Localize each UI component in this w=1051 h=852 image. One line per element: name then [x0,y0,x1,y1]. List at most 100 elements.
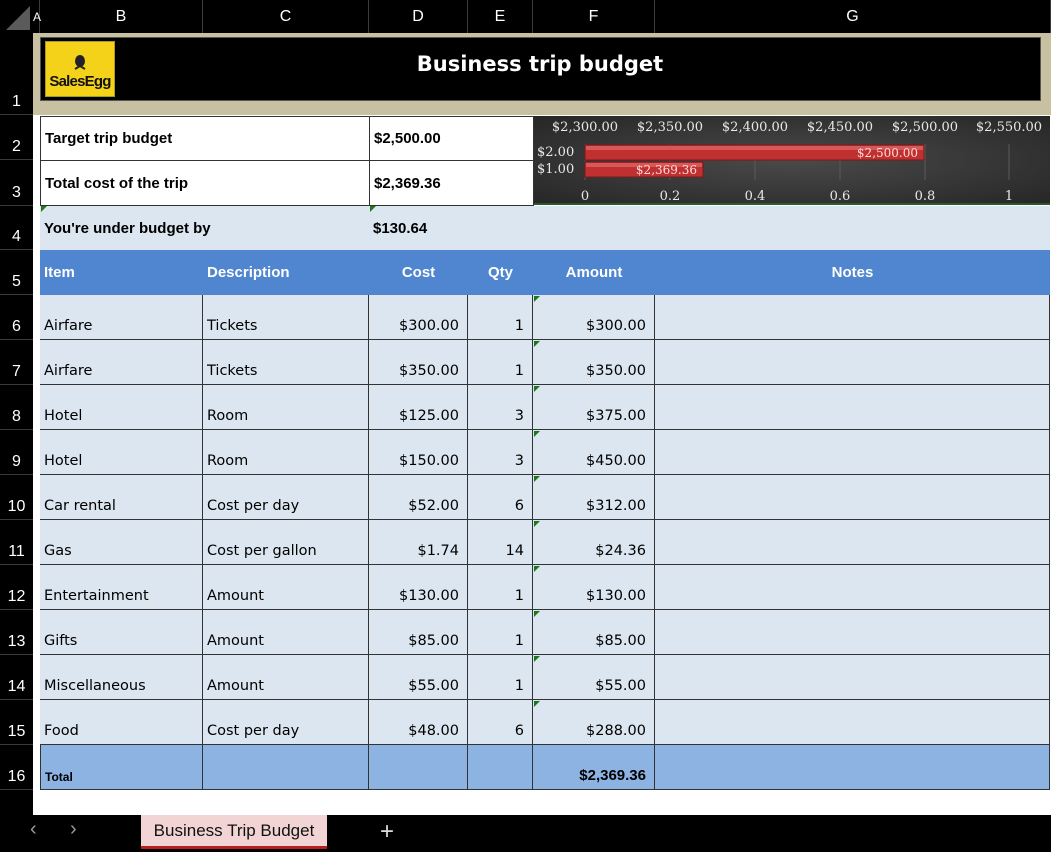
item-cell[interactable]: Miscellaneous [40,655,203,700]
row-header-4[interactable]: 4 [0,206,33,250]
add-sheet-button[interactable]: + [380,818,394,846]
total-label[interactable]: Total [40,745,203,790]
row-header-13[interactable]: 13 [0,610,33,655]
next-sheet-button[interactable]: › [70,818,77,841]
total-amount[interactable]: $2,369.36 [533,745,655,790]
row-header-7[interactable]: 7 [0,340,33,385]
cost-cell[interactable]: $300.00 [369,295,468,340]
amount-cell[interactable]: $350.00 [533,340,655,385]
notes-cell[interactable] [655,430,1050,475]
total-row-cell[interactable] [655,745,1050,790]
notes-cell[interactable] [655,655,1050,700]
row-header-16[interactable]: 16 [0,745,33,790]
description-cell[interactable]: Tickets [203,295,369,340]
total-row-cell[interactable] [203,745,369,790]
header-description[interactable]: Description [203,250,369,295]
qty-cell[interactable]: 3 [468,385,533,430]
amount-cell[interactable]: $24.36 [533,520,655,565]
qty-cell[interactable]: 14 [468,520,533,565]
target-budget-value[interactable]: $2,500.00 [369,116,534,161]
cost-cell[interactable]: $350.00 [369,340,468,385]
description-cell[interactable]: Amount [203,655,369,700]
description-cell[interactable]: Cost per day [203,475,369,520]
prev-sheet-button[interactable]: ‹ [30,818,37,841]
header-item[interactable]: Item [40,250,203,295]
column-header-g[interactable]: G [655,0,1051,33]
description-cell[interactable]: Tickets [203,340,369,385]
under-budget-row[interactable]: You're under budget by [40,206,1050,250]
notes-cell[interactable] [655,565,1050,610]
row-header-12[interactable]: 12 [0,565,33,610]
item-cell[interactable]: Gas [40,520,203,565]
notes-cell[interactable] [655,385,1050,430]
amount-cell[interactable]: $375.00 [533,385,655,430]
column-header-c[interactable]: C [203,0,369,33]
description-cell[interactable]: Amount [203,565,369,610]
column-header-d[interactable]: D [369,0,468,33]
notes-cell[interactable] [655,295,1050,340]
row-header-1[interactable]: 1 [0,33,33,115]
qty-cell[interactable]: 1 [468,340,533,385]
amount-cell[interactable]: $450.00 [533,430,655,475]
cost-cell[interactable]: $52.00 [369,475,468,520]
column-header-a[interactable]: A [33,0,41,33]
item-cell[interactable]: Airfare [40,340,203,385]
qty-cell[interactable]: 6 [468,700,533,745]
notes-cell[interactable] [655,610,1050,655]
cost-cell[interactable]: $55.00 [369,655,468,700]
total-row-cell[interactable] [468,745,533,790]
row-header-5[interactable]: 5 [0,250,33,295]
qty-cell[interactable]: 6 [468,475,533,520]
qty-cell[interactable]: 1 [468,295,533,340]
cost-cell[interactable]: $1.74 [369,520,468,565]
column-header-e[interactable]: E [468,0,533,33]
description-cell[interactable]: Cost per gallon [203,520,369,565]
row-header-3[interactable]: 3 [0,160,33,206]
notes-cell[interactable] [655,700,1050,745]
budget-bar-chart[interactable]: $2,300.00 0 $2,350.00 0.2 $2,400.00 0.4 $2,450… [534,116,1050,205]
item-cell[interactable]: Hotel [40,430,203,475]
header-cost[interactable]: Cost [369,250,468,295]
amount-cell[interactable]: $55.00 [533,655,655,700]
column-header-b[interactable]: B [40,0,203,33]
sheet-tab-business-trip-budget[interactable]: Business Trip Budget [141,815,327,849]
item-cell[interactable]: Gifts [40,610,203,655]
row-header-6[interactable]: 6 [0,295,33,340]
under-budget-value[interactable]: $130.64 [369,206,534,250]
cost-cell[interactable]: $130.00 [369,565,468,610]
total-cost-value[interactable]: $2,369.36 [369,160,534,206]
notes-cell[interactable] [655,475,1050,520]
row-header-8[interactable]: 8 [0,385,33,430]
header-qty[interactable]: Qty [468,250,533,295]
qty-cell[interactable]: 1 [468,655,533,700]
amount-cell[interactable]: $288.00 [533,700,655,745]
row-header-15[interactable]: 15 [0,700,33,745]
cost-cell[interactable]: $150.00 [369,430,468,475]
description-cell[interactable]: Room [203,385,369,430]
column-header-f[interactable]: F [533,0,655,33]
item-cell[interactable]: Entertainment [40,565,203,610]
item-cell[interactable]: Hotel [40,385,203,430]
select-all-corner[interactable] [0,0,33,33]
row-header-10[interactable]: 10 [0,475,33,520]
qty-cell[interactable]: 1 [468,610,533,655]
notes-cell[interactable] [655,520,1050,565]
cost-cell[interactable]: $85.00 [369,610,468,655]
total-row-cell[interactable] [369,745,468,790]
qty-cell[interactable]: 1 [468,565,533,610]
header-notes[interactable]: Notes [655,250,1050,295]
qty-cell[interactable]: 3 [468,430,533,475]
header-amount[interactable]: Amount [533,250,655,295]
item-cell[interactable]: Airfare [40,295,203,340]
row-header-9[interactable]: 9 [0,430,33,475]
cost-cell[interactable]: $48.00 [369,700,468,745]
amount-cell[interactable]: $300.00 [533,295,655,340]
description-cell[interactable]: Cost per day [203,700,369,745]
description-cell[interactable]: Amount [203,610,369,655]
item-cell[interactable]: Car rental [40,475,203,520]
amount-cell[interactable]: $130.00 [533,565,655,610]
item-cell[interactable]: Food [40,700,203,745]
row-header-2[interactable]: 2 [0,115,33,160]
notes-cell[interactable] [655,340,1050,385]
row-header-14[interactable]: 14 [0,655,33,700]
